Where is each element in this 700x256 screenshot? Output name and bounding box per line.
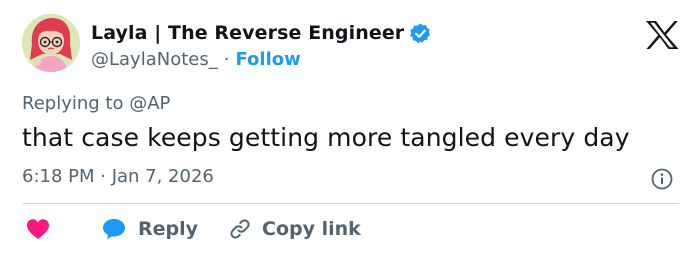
avatar[interactable] — [22, 14, 80, 72]
copy-link-label: Copy link — [262, 218, 361, 240]
copy-link-button[interactable]: Copy link — [228, 217, 361, 241]
author-handle[interactable]: @LaylaNotes_ — [91, 49, 218, 70]
separator-dot: · — [223, 48, 230, 70]
author-handle-row: @LaylaNotes_ · Follow — [91, 47, 301, 71]
reply-button[interactable]: Reply — [102, 218, 198, 240]
reply-bubble-icon — [103, 219, 125, 240]
replying-to-line: Replying to @AP — [22, 93, 170, 114]
avatar-illustration — [22, 14, 80, 72]
replying-to-prefix: Replying to — [22, 93, 130, 114]
x-logo-icon[interactable] — [645, 20, 679, 50]
tweet-card: Layla | The Reverse Engineer @LaylaNotes… — [0, 0, 700, 256]
reply-label: Reply — [138, 218, 199, 240]
tweet-text: that case keeps getting more tangled eve… — [22, 123, 630, 152]
heart-icon — [27, 219, 49, 239]
verified-badge-icon — [409, 22, 432, 45]
info-icon[interactable] — [651, 168, 673, 190]
author-name-row: Layla | The Reverse Engineer — [91, 20, 432, 46]
action-bar: Reply Copy link — [22, 214, 361, 244]
follow-button[interactable]: Follow — [235, 49, 300, 70]
reply-mention-link[interactable]: @AP — [129, 93, 170, 114]
author-name[interactable]: Layla | The Reverse Engineer — [91, 22, 404, 44]
divider — [22, 203, 679, 204]
tweet-timestamp[interactable]: 6:18 PM · Jan 7, 2026 — [22, 166, 214, 187]
like-button[interactable] — [26, 218, 50, 240]
link-icon — [230, 219, 250, 239]
